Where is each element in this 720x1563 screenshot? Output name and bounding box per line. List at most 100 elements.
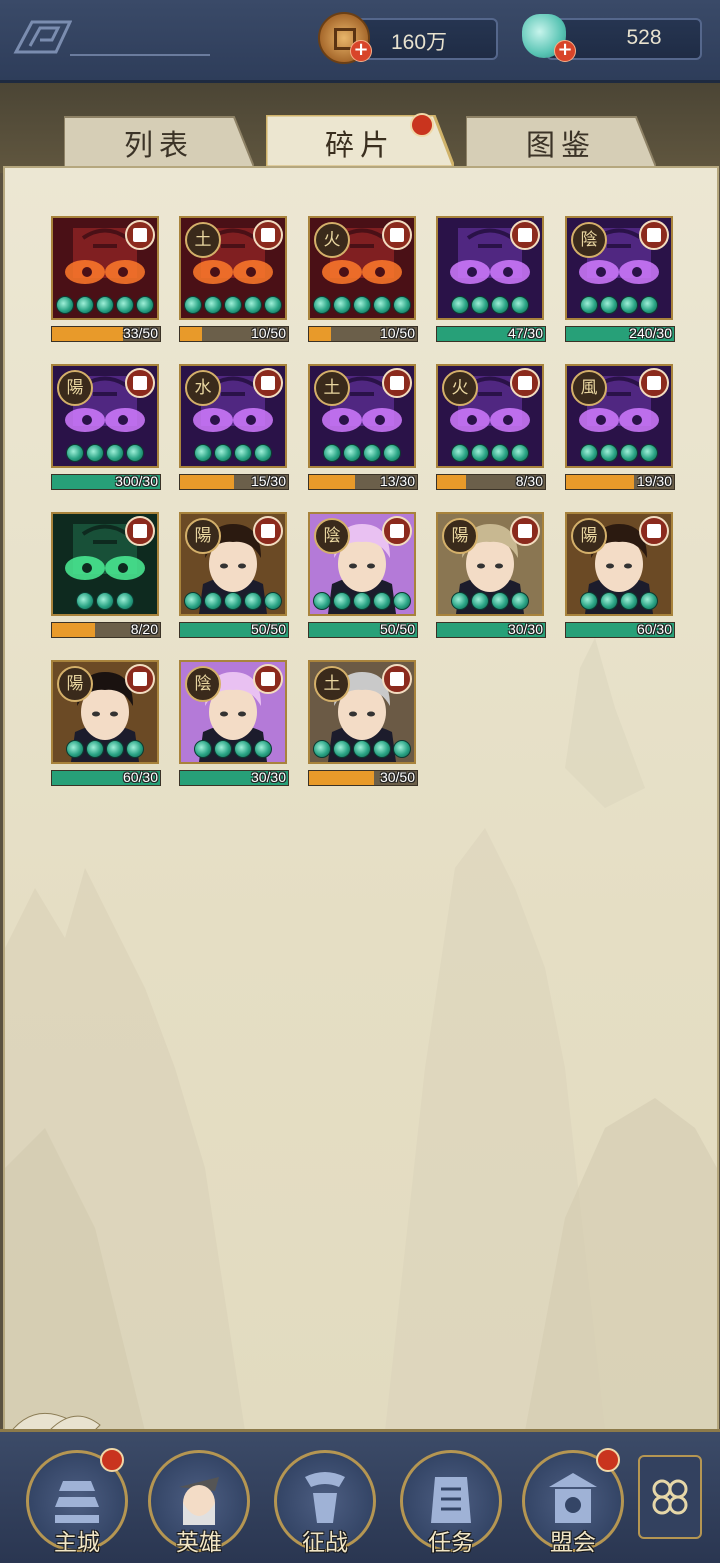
puzzle-piece-icon: [125, 220, 155, 250]
fragment-frame: 風: [565, 364, 673, 468]
star-orb-icon: [76, 296, 94, 314]
star-orb-icon: [126, 444, 144, 462]
nav-label: 英雄: [176, 1530, 222, 1556]
fragment-progress-bar: 33/50: [51, 325, 161, 342]
progress-text: 47/30: [507, 325, 543, 341]
star-orb-icon: [254, 740, 272, 758]
jade-add-button[interactable]: +: [554, 40, 576, 62]
fragment-card[interactable]: 土: [179, 216, 287, 320]
progress-text: 13/30: [379, 473, 415, 489]
puzzle-piece-icon: [125, 516, 155, 546]
fragment-card[interactable]: [51, 216, 159, 320]
star-orb-icon: [264, 296, 282, 314]
fragment-card[interactable]: 陽: [436, 512, 544, 616]
fragment-card[interactable]: [51, 512, 159, 616]
header-divider: [70, 54, 210, 56]
puzzle-piece-icon: [125, 368, 155, 398]
fragment-progress-bar: 60/30: [51, 769, 161, 786]
puzzle-piece-icon: [510, 368, 540, 398]
top-bar: 160万 + 528 +: [0, 0, 720, 83]
menu-flower-icon: [652, 1479, 688, 1515]
fragment-frame: 土: [179, 216, 287, 320]
progress-text: 50/50: [250, 621, 286, 637]
tab-list[interactable]: 列表: [64, 115, 254, 167]
star-orb-icon: [363, 444, 381, 462]
fragment-card[interactable]: 陽: [565, 512, 673, 616]
star-orb-icon: [451, 444, 469, 462]
progress-fill: [309, 327, 331, 341]
star-orb-icon: [580, 296, 598, 314]
nav-hero-portrait[interactable]: 英雄: [148, 1450, 250, 1556]
star-orb-icon: [620, 444, 638, 462]
fragment-progress-bar: 8/20: [51, 621, 161, 638]
star-orb-icon: [76, 592, 94, 610]
fragment-frame: 陽: [51, 660, 159, 764]
star-orb-icon: [184, 296, 202, 314]
element-badge: 陽: [57, 370, 93, 406]
star-orb-icon: [353, 296, 371, 314]
fragment-card[interactable]: 陽: [179, 512, 287, 616]
star-orb-icon: [136, 296, 154, 314]
fragment-card[interactable]: 火: [436, 364, 544, 468]
progress-fill: [180, 327, 202, 341]
star-orb-icon: [313, 296, 331, 314]
fragment-card[interactable]: 土: [308, 364, 416, 468]
tab-gallery[interactable]: 图鉴: [466, 115, 656, 167]
puzzle-piece-icon: [639, 368, 669, 398]
star-orb-icon: [491, 444, 509, 462]
star-rating: [53, 296, 157, 314]
star-orb-icon: [373, 592, 391, 610]
fragment-frame: 陽: [436, 512, 544, 616]
fragment-card[interactable]: 陽: [51, 364, 159, 468]
star-orb-icon: [194, 444, 212, 462]
fragment-card[interactable]: 火: [308, 216, 416, 320]
progress-text: 33/50: [122, 325, 158, 341]
progress-text: 50/50: [379, 621, 415, 637]
star-rating: [181, 740, 285, 758]
star-orb-icon: [580, 444, 598, 462]
scroll-bell-icon: [431, 1477, 471, 1523]
puzzle-piece-icon: [639, 220, 669, 250]
fragment-frame: [51, 216, 159, 320]
element-badge: 陰: [185, 666, 221, 702]
progress-fill: [437, 475, 466, 489]
star-rating: [181, 444, 285, 462]
fragment-frame: 陰: [308, 512, 416, 616]
fragment-card[interactable]: 陰: [179, 660, 287, 764]
puzzle-piece-icon: [382, 368, 412, 398]
fragment-card[interactable]: 陰: [565, 216, 673, 320]
star-orb-icon: [471, 296, 489, 314]
star-orb-icon: [451, 592, 469, 610]
element-badge: 土: [185, 222, 221, 258]
star-orb-icon: [106, 444, 124, 462]
nav-scroll-bell[interactable]: 任务: [400, 1450, 502, 1556]
fragment-card[interactable]: 陽: [51, 660, 159, 764]
star-orb-icon: [214, 444, 232, 462]
fragment-card[interactable]: 土: [308, 660, 416, 764]
fragment-card[interactable]: 風: [565, 364, 673, 468]
element-badge: 陰: [314, 518, 350, 554]
star-orb-icon: [451, 296, 469, 314]
fragment-frame: 陽: [51, 364, 159, 468]
nav-battle-horn[interactable]: 征战: [274, 1450, 376, 1556]
star-orb-icon: [254, 444, 272, 462]
fragment-frame: 土: [308, 364, 416, 468]
star-rating: [567, 444, 671, 462]
star-orb-icon: [106, 740, 124, 758]
fragment-frame: 水: [179, 364, 287, 468]
nav-label: 征战: [302, 1530, 348, 1556]
fragment-card[interactable]: 水: [179, 364, 287, 468]
fragments-panel: 33/50 土 10/50 火 10/50 47/30 陰 240/30 陽 3…: [3, 166, 719, 1433]
fragment-card[interactable]: 陰: [308, 512, 416, 616]
puzzle-piece-icon: [382, 220, 412, 250]
star-rating: [438, 296, 542, 314]
progress-text: 240/30: [629, 325, 672, 341]
menu-button[interactable]: [638, 1455, 702, 1539]
progress-fill: [52, 623, 95, 637]
fragment-progress-bar: 300/30: [51, 473, 161, 490]
copper-add-button[interactable]: +: [350, 40, 372, 62]
fragment-progress-bar: 19/30: [565, 473, 675, 490]
progress-text: 15/30: [250, 473, 286, 489]
fragment-card[interactable]: [436, 216, 544, 320]
star-orb-icon: [96, 592, 114, 610]
